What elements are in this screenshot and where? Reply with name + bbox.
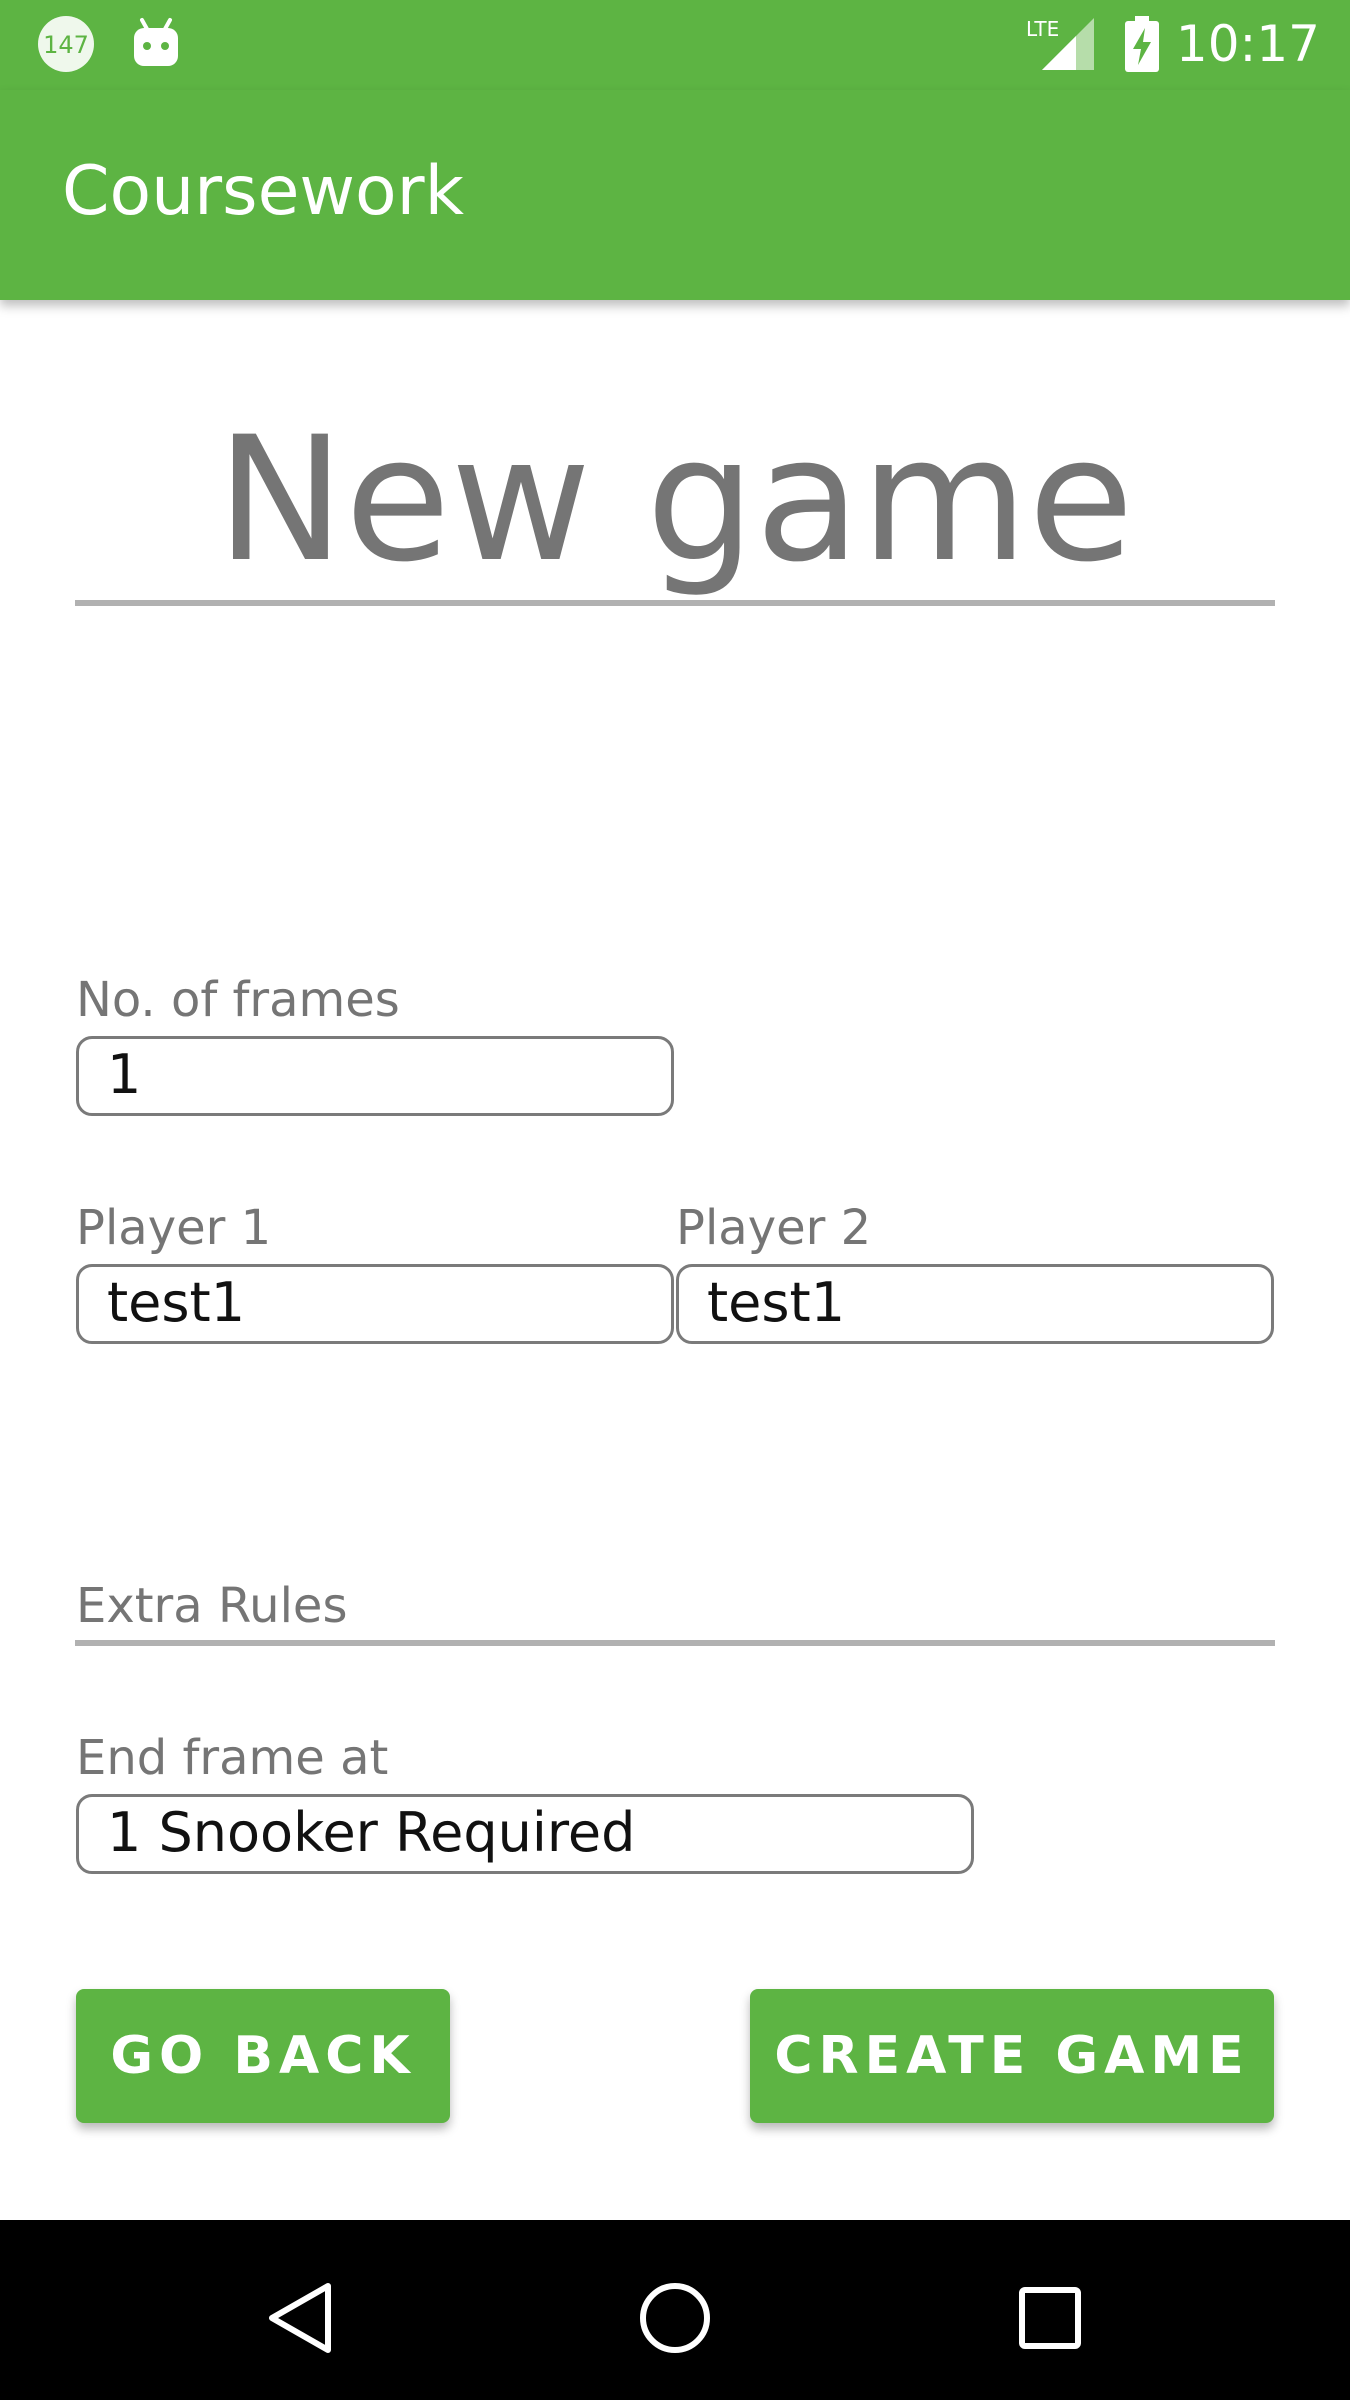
navigation-bar xyxy=(0,2220,1350,2400)
player1-input[interactable]: test1 xyxy=(76,1264,674,1344)
home-icon[interactable] xyxy=(635,2278,715,2358)
android-icon xyxy=(130,14,182,74)
status-bar: 147 LTE 10:17 xyxy=(0,0,1350,90)
recents-icon[interactable] xyxy=(1010,2278,1090,2358)
notification-count-text: 147 xyxy=(43,31,89,59)
battery-charging-icon xyxy=(1122,14,1162,74)
player1-label: Player 1 xyxy=(76,1200,272,1256)
network-type-label: LTE xyxy=(1026,17,1059,41)
extra-rules-heading: Extra Rules xyxy=(76,1578,348,1634)
frames-input[interactable]: 1 xyxy=(76,1036,674,1116)
signal-icon: LTE xyxy=(1024,14,1094,74)
end-frame-select[interactable]: 1 Snooker Required xyxy=(76,1794,974,1874)
frames-label: No. of frames xyxy=(76,972,400,1028)
extra-rules-divider xyxy=(75,1640,1275,1646)
app-title: Coursework xyxy=(62,152,464,231)
page-title: New game xyxy=(216,399,1134,600)
title-underline xyxy=(75,600,1275,606)
end-frame-label: End frame at xyxy=(76,1730,389,1786)
go-back-button[interactable]: GO BACK xyxy=(76,1989,450,2123)
player2-label: Player 2 xyxy=(676,1200,872,1256)
player2-input[interactable]: test1 xyxy=(676,1264,1274,1344)
app-bar: Coursework xyxy=(0,90,1350,300)
back-icon[interactable] xyxy=(262,2278,342,2358)
status-time: 10:17 xyxy=(1175,15,1320,73)
screen: 147 LTE 10:17 Coursework New game No. of… xyxy=(0,0,1350,2400)
create-game-button[interactable]: CREATE GAME xyxy=(750,1989,1274,2123)
notification-count-icon: 147 xyxy=(36,14,96,74)
